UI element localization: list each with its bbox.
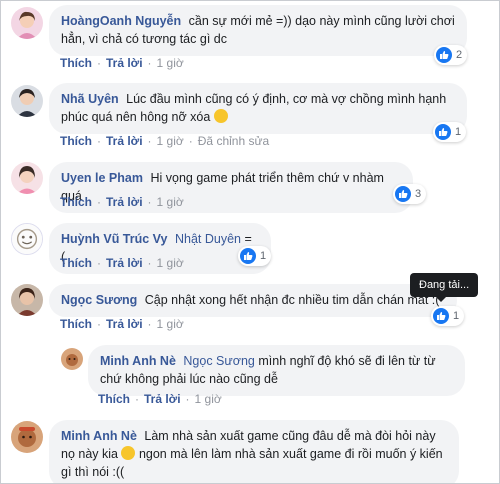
like-link[interactable]: Thích [98, 392, 130, 406]
comment-actions: Thích · Trả lời · 1 giờ [98, 392, 222, 406]
timestamp[interactable]: 1 giờ [157, 317, 184, 331]
comment-text: ngon mà lên làm nhà sản xuất game đi rồi… [61, 447, 443, 479]
commenter-name[interactable]: Uyen le Pham [61, 171, 143, 185]
commenter-name[interactable]: HoàngOanh Nguyễn [61, 14, 181, 28]
avatar[interactable] [61, 348, 83, 370]
reaction-count[interactable]: 3 [393, 184, 427, 204]
commenter-name[interactable]: Minh Anh Nè [61, 429, 137, 443]
like-icon [433, 308, 449, 324]
avatar[interactable] [11, 223, 43, 255]
like-icon [240, 248, 256, 264]
mention-link[interactable]: Ngọc Sương [183, 354, 254, 368]
comment-bubble: Minh Anh Nè Làm nhà sản xuất game cũng đ… [49, 420, 459, 483]
avatar[interactable] [11, 85, 43, 117]
reply-bubble: Minh Anh Nè Ngọc Sương mình nghĩ độ khó … [88, 345, 465, 396]
reaction-count[interactable]: 1 [433, 122, 467, 142]
comment-bubble: Ngọc Sương Cập nhật xong hết nhận đc nhi… [49, 284, 457, 317]
like-icon [435, 124, 451, 140]
reply-link[interactable]: Trả lời [144, 392, 181, 406]
commenter-name[interactable]: Nhã Uyên [61, 92, 119, 106]
mention-link[interactable]: Nhật Duyên [175, 232, 241, 246]
timestamp[interactable]: 1 giờ [195, 392, 222, 406]
commenter-name[interactable]: Ngọc Sương [61, 293, 137, 307]
avatar[interactable] [11, 7, 43, 39]
like-link[interactable]: Thích [60, 56, 92, 70]
like-icon [436, 47, 452, 63]
reply-link[interactable]: Trả lời [106, 134, 143, 148]
avatar[interactable] [11, 162, 43, 194]
comment-text: Cập nhật xong hết nhận đc nhiều tim dẫn … [144, 293, 440, 307]
like-link[interactable]: Thích [60, 256, 92, 270]
commenter-name[interactable]: Minh Anh Nè [100, 354, 176, 368]
commenter-name[interactable]: Huỳnh Vũ Trúc Vy [61, 232, 168, 246]
reply-link[interactable]: Trả lời [106, 317, 143, 331]
reply-link[interactable]: Trả lời [106, 56, 143, 70]
comment-actions: Thích · Trả lời · 1 giờ · Đã chỉnh sửa [60, 134, 270, 148]
reaction-count[interactable]: 1 [431, 306, 465, 326]
edited-label[interactable]: Đã chỉnh sửa [198, 134, 269, 148]
avatar[interactable] [11, 421, 43, 453]
like-link[interactable]: Thích [60, 195, 92, 209]
comment-bubble: Nhã Uyên Lúc đầu mình cũng có ý định, cơ… [49, 83, 467, 134]
reaction-count[interactable]: 2 [434, 45, 468, 65]
like-icon [395, 186, 411, 202]
comment-bubble: HoàngOanh Nguyễn cần sự mới mẻ =)) dạo n… [49, 5, 467, 56]
comment-actions: Thích · Trả lời · 1 giờ [60, 256, 184, 270]
comment-actions: Thích · Trả lời · 1 giờ [60, 195, 184, 209]
timestamp[interactable]: 1 giờ [157, 56, 184, 70]
timestamp[interactable]: 1 giờ [157, 195, 184, 209]
comment-thread: HoàngOanh Nguyễn cần sự mới mẻ =)) dạo n… [0, 0, 500, 484]
timestamp[interactable]: 1 giờ [157, 256, 184, 270]
laughing-emoji-icon [213, 109, 228, 123]
like-link[interactable]: Thích [60, 134, 92, 148]
comment-actions: Thích · Trả lời · 1 giờ [60, 317, 184, 331]
like-link[interactable]: Thích [60, 317, 92, 331]
loading-tooltip: Đang tải... [410, 273, 479, 302]
reaction-count[interactable]: 1 [238, 246, 272, 266]
timestamp[interactable]: 1 giờ [157, 134, 184, 148]
comment-actions: Thích · Trả lời · 1 giờ [60, 56, 184, 70]
reply-link[interactable]: Trả lời [106, 195, 143, 209]
smile-emoji-icon [121, 446, 136, 460]
reply-link[interactable]: Trả lời [106, 256, 143, 270]
avatar[interactable] [11, 284, 43, 316]
